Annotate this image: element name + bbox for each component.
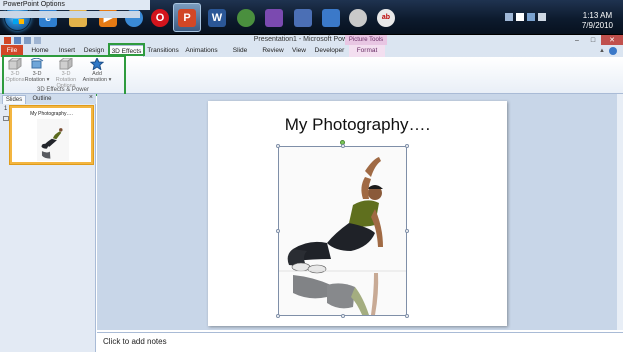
tab-view[interactable]: View — [289, 45, 309, 57]
window-controls: – □ ✕ — [569, 35, 623, 45]
resize-handle-se[interactable] — [405, 314, 409, 318]
volume-icon[interactable] — [538, 13, 546, 21]
resize-handle-e[interactable] — [405, 229, 409, 233]
selected-picture[interactable] — [278, 146, 407, 316]
slide-thumbnail[interactable]: My Photography…. — [10, 106, 93, 164]
flag-icon[interactable] — [516, 13, 524, 21]
thumbnail-title: My Photography…. — [30, 111, 73, 117]
taskbar-app5-button[interactable]: ab — [372, 3, 400, 32]
slide-transition-icon — [3, 113, 9, 121]
taskbar-app2-button[interactable] — [232, 3, 260, 32]
tab-review[interactable]: Review — [261, 45, 285, 57]
tab-outline[interactable]: Outline — [28, 95, 56, 104]
options-window-caption: PowerPoint Options — [0, 0, 150, 10]
picture-tools-label: Picture Tools — [345, 35, 387, 45]
messenger-icon — [265, 8, 283, 27]
taskbar-opera-button[interactable]: O — [146, 3, 174, 32]
resize-handle-sw[interactable] — [276, 314, 280, 318]
options-window-strip — [0, 11, 140, 18]
app-icon: ab — [377, 8, 395, 27]
window-title: Presentation1 - Microsoft PowerPoint — [253, 36, 370, 43]
minimize-ribbon-icon[interactable]: ▲ — [599, 48, 605, 54]
close-button[interactable]: ✕ — [601, 35, 623, 45]
slide-canvas[interactable]: My Photography…. — [208, 101, 507, 326]
powerpoint-icon: P — [178, 8, 196, 27]
dancer-photo — [279, 147, 406, 315]
clock-time: 1:13 AM — [582, 11, 613, 20]
tab-slides[interactable]: Slides — [2, 95, 26, 104]
tab-slide-show[interactable]: Slide Show — [224, 45, 256, 66]
slides-pane: Slides Outline × 1 My Photography…. — [0, 94, 96, 352]
resize-handle-s[interactable] — [341, 314, 345, 318]
paint-icon — [349, 8, 367, 27]
pane-close-icon[interactable]: × — [89, 94, 93, 101]
taskbar-app4-button[interactable] — [317, 3, 345, 32]
ribbon-group-highlight — [2, 55, 126, 96]
help-icon[interactable] — [609, 47, 617, 55]
taskbar-word-button[interactable]: W — [203, 3, 231, 32]
notes-placeholder[interactable]: Click to add notes — [103, 337, 167, 346]
tab-developer[interactable]: Developer — [313, 45, 346, 57]
tab-animations[interactable]: Animations — [184, 45, 219, 57]
vertical-scrollbar[interactable] — [617, 94, 623, 330]
taskbar-messenger-button[interactable] — [260, 3, 288, 32]
tab-transitions[interactable]: Transitions — [147, 45, 179, 57]
maximize-button[interactable]: □ — [585, 35, 601, 45]
thumbnail-photo — [37, 118, 69, 162]
taskbar-powerpoint-button[interactable]: P — [173, 3, 201, 32]
clock[interactable]: 1:13 AM 7/9/2010 — [582, 11, 613, 31]
tab-format[interactable]: Format — [349, 45, 385, 57]
title-bar: Presentation1 - Microsoft PowerPoint Pic… — [0, 35, 623, 45]
resize-handle-w[interactable] — [276, 229, 280, 233]
clock-date: 7/9/2010 — [581, 21, 613, 30]
network-icon[interactable] — [527, 13, 535, 21]
taskbar-app3-button[interactable] — [289, 3, 317, 32]
pane-tabs: Slides Outline × — [0, 94, 96, 104]
app-icon — [237, 8, 255, 27]
resize-handle-n[interactable] — [341, 144, 345, 148]
minimize-button[interactable]: – — [569, 35, 585, 45]
tray-icon[interactable] — [505, 13, 513, 21]
word-icon: W — [208, 8, 226, 27]
opera-icon: O — [151, 8, 169, 27]
resize-handle-nw[interactable] — [276, 144, 280, 148]
taskbar-paint-button[interactable] — [344, 3, 372, 32]
notes-pane[interactable]: Click to add notes — [97, 332, 623, 352]
resize-handle-ne[interactable] — [405, 144, 409, 148]
slide-title[interactable]: My Photography…. — [208, 115, 507, 135]
app-icon — [322, 8, 340, 27]
slide-number: 1 — [4, 106, 8, 112]
app-icon — [294, 8, 312, 27]
system-tray: 1:13 AM 7/9/2010 — [503, 0, 623, 35]
